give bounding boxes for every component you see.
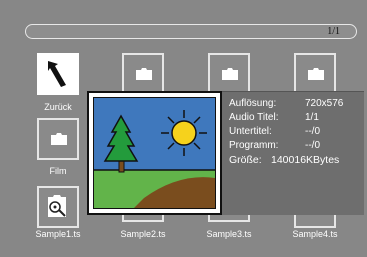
subtitle-value: --/0	[305, 126, 320, 137]
preview-frame	[87, 91, 222, 215]
subtitle-label: Untertitel:	[229, 126, 272, 137]
folder-icon	[136, 68, 152, 80]
audio-row: Audio Titel: 1/1	[229, 112, 319, 123]
folder-icon	[51, 133, 67, 145]
page-indicator: 1/1	[327, 26, 340, 37]
folder-tile-3[interactable]	[294, 53, 336, 95]
file-label-2: Sample2.ts	[120, 229, 166, 239]
film-folder-tile[interactable]	[37, 118, 79, 160]
size-row: Größe: 140016KBytes	[229, 154, 339, 166]
resolution-value: 720x576	[305, 98, 344, 109]
video-file-icon	[48, 195, 66, 217]
subtitle-row: Untertitel: --/0	[229, 126, 320, 137]
program-label: Programm:	[229, 140, 279, 151]
film-label: Film	[49, 166, 67, 176]
media-browser-screen: 1/1 Zurück Film Sample1.ts Sample2.ts Sa…	[0, 0, 367, 257]
back-arrow-icon	[48, 61, 66, 87]
folder-tile-2[interactable]	[208, 53, 250, 95]
program-row: Programm: --/0	[229, 140, 320, 151]
folder-tile-1[interactable]	[122, 53, 164, 95]
folder-icon	[222, 68, 238, 80]
landscape-picture-icon	[94, 98, 215, 208]
audio-value: 1/1	[305, 112, 319, 123]
preview-image	[93, 97, 216, 209]
audio-label: Audio Titel:	[229, 112, 279, 123]
size-label: Größe:	[229, 154, 262, 166]
size-value: 140016KBytes	[271, 154, 340, 166]
file-label-4: Sample4.ts	[292, 229, 338, 239]
program-value: --/0	[305, 140, 320, 151]
file-label-3: Sample3.ts	[206, 229, 252, 239]
resolution-row: Auflösung: 720x576	[229, 98, 343, 109]
file-tile-1[interactable]	[37, 186, 79, 228]
resolution-label: Auflösung:	[229, 98, 277, 109]
back-tile[interactable]	[37, 53, 79, 95]
top-progress-bar: 1/1	[25, 24, 357, 39]
back-label: Zurück	[44, 102, 72, 112]
file-label-1: Sample1.ts	[35, 229, 81, 239]
file-info-panel: Auflösung: 720x576 Audio Titel: 1/1 Unte…	[222, 91, 364, 215]
folder-icon	[308, 68, 324, 80]
